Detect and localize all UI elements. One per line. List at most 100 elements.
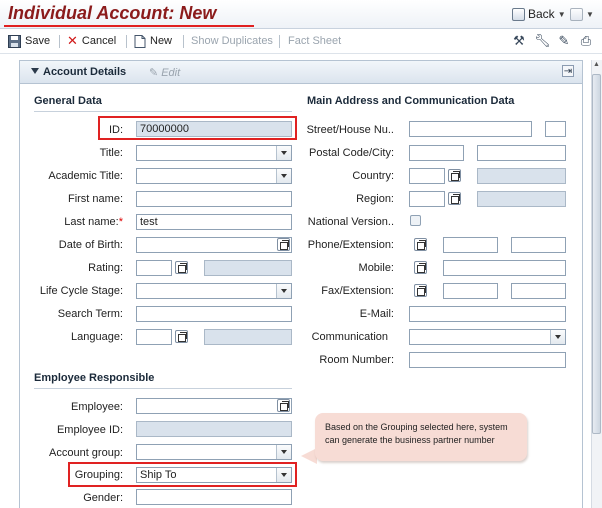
city-field[interactable] <box>477 145 566 161</box>
street-label: Street/House Nu.. <box>306 124 394 136</box>
first-name-field[interactable] <box>136 191 292 207</box>
national-version-checkbox[interactable] <box>410 215 421 226</box>
page-title: Individual Account: New <box>8 3 217 23</box>
fact-sheet-button[interactable]: Fact Sheet <box>288 33 341 49</box>
value-help-icon[interactable] <box>448 192 461 205</box>
region-field[interactable] <box>409 191 445 207</box>
required-marker: * <box>118 216 123 228</box>
region-label: Region: <box>356 193 394 205</box>
house-number-field[interactable] <box>545 121 566 137</box>
new-label: New <box>150 35 173 47</box>
edit-button[interactable]: ✎ Edit <box>149 66 181 80</box>
region-description-field <box>477 191 566 207</box>
fax-value-help-icon[interactable] <box>414 284 427 297</box>
academic-title-select[interactable] <box>136 168 292 184</box>
chevron-down-icon[interactable]: ▼ <box>586 10 594 19</box>
phone-field[interactable] <box>443 237 498 253</box>
cancel-button[interactable]: ✕ Cancel <box>67 33 116 49</box>
value-help-icon[interactable] <box>277 399 290 412</box>
search-term-label: Search Term: <box>57 308 123 320</box>
title-label: Title: <box>99 147 123 159</box>
back-label: Back <box>528 7 555 21</box>
last-name-label: Last name:* <box>64 216 123 228</box>
dropdown-arrow-icon[interactable] <box>276 169 291 183</box>
gender-field[interactable] <box>136 489 292 505</box>
chevron-down-icon[interactable]: ▼ <box>558 10 566 19</box>
toolbar-divider <box>183 35 184 48</box>
show-duplicates-label: Show Duplicates <box>191 35 273 47</box>
new-button[interactable]: New <box>134 33 172 49</box>
first-name-label: First name: <box>67 193 123 205</box>
country-description-field <box>477 168 566 184</box>
rating-description-field <box>204 260 292 276</box>
phone-value-help-icon[interactable] <box>414 238 427 251</box>
value-help-icon[interactable] <box>448 169 461 182</box>
show-duplicates-button[interactable]: Show Duplicates <box>191 33 273 49</box>
life-cycle-stage-label: Life Cycle Stage: <box>39 285 123 297</box>
country-field[interactable] <box>409 168 445 184</box>
scroll-up-icon[interactable]: ▲ <box>592 61 601 71</box>
postal-code-field[interactable] <box>409 145 464 161</box>
room-number-label: Room Number: <box>319 354 394 366</box>
mobile-field[interactable] <box>443 260 566 276</box>
phone-extension-label: Phone/Extension: <box>307 239 394 251</box>
date-of-birth-label: Date of Birth: <box>58 239 123 251</box>
value-help-icon[interactable] <box>175 330 188 343</box>
value-help-icon[interactable] <box>175 261 188 274</box>
life-cycle-stage-select[interactable] <box>136 283 292 299</box>
dropdown-arrow-icon[interactable] <box>276 445 291 459</box>
employee-label: Employee: <box>71 401 123 413</box>
pencil-icon[interactable]: ✎ <box>556 33 572 49</box>
academic-title-label: Academic Title: <box>48 170 123 182</box>
rating-field[interactable] <box>136 260 172 276</box>
last-name-field[interactable]: test <box>136 214 292 230</box>
save-button[interactable]: Save <box>8 33 50 49</box>
mobile-label: Mobile: <box>358 262 394 274</box>
scrollbar-thumb[interactable] <box>592 74 601 434</box>
employee-field[interactable] <box>136 398 292 414</box>
id-highlight <box>98 116 297 140</box>
wrench-icon[interactable]: 🔧︎ <box>534 33 551 49</box>
forward-button[interactable]: ▼ <box>570 5 594 23</box>
collapse-triangle-icon[interactable] <box>31 68 39 74</box>
national-version-label: National Version.. <box>307 216 394 228</box>
mobile-value-help-icon[interactable] <box>414 261 427 274</box>
dropdown-arrow-icon[interactable] <box>550 330 565 344</box>
employee-responsible-header: Employee Responsible <box>34 372 155 384</box>
cancel-icon: ✕ <box>67 33 78 48</box>
panel-title: Account Details <box>43 66 127 78</box>
fax-field[interactable] <box>443 283 498 299</box>
toolbar-divider <box>279 35 280 48</box>
fax-extension-field[interactable] <box>511 283 566 299</box>
language-description-field <box>204 329 292 345</box>
section-divider <box>34 111 292 112</box>
title-select[interactable] <box>136 145 292 161</box>
communication-select[interactable] <box>409 329 566 345</box>
panel-menu-icon[interactable]: ⇥ <box>562 65 574 77</box>
date-of-birth-field[interactable] <box>136 237 292 253</box>
communication-label: Communication <box>311 331 388 343</box>
room-number-field[interactable] <box>409 352 566 368</box>
back-button[interactable]: Back ▼ <box>512 5 566 23</box>
annotation-callout: Based on the Grouping selected here, sys… <box>315 413 527 461</box>
section-divider <box>34 388 292 389</box>
toolbar: Save ✕ Cancel New Show Duplicates Fact S… <box>0 29 602 54</box>
title-underline <box>4 25 254 27</box>
email-label: E-Mail: <box>359 308 394 320</box>
account-group-label: Account group: <box>49 447 123 459</box>
personalize-icon[interactable]: ⚒ <box>511 33 527 49</box>
email-field[interactable] <box>409 306 566 322</box>
street-field[interactable] <box>409 121 532 137</box>
search-term-field[interactable] <box>136 306 292 322</box>
print-icon[interactable]: ⎙ <box>578 33 594 49</box>
edit-label: Edit <box>161 66 181 79</box>
dropdown-arrow-icon[interactable] <box>276 146 291 160</box>
address-header: Main Address and Communication Data <box>307 95 515 107</box>
calendar-icon[interactable] <box>277 238 290 251</box>
account-group-select[interactable] <box>136 444 292 460</box>
phone-extension-field[interactable] <box>511 237 566 253</box>
general-data-header: General Data <box>34 95 102 107</box>
fax-extension-label: Fax/Extension: <box>321 285 394 297</box>
dropdown-arrow-icon[interactable] <box>276 284 291 298</box>
language-field[interactable] <box>136 329 172 345</box>
